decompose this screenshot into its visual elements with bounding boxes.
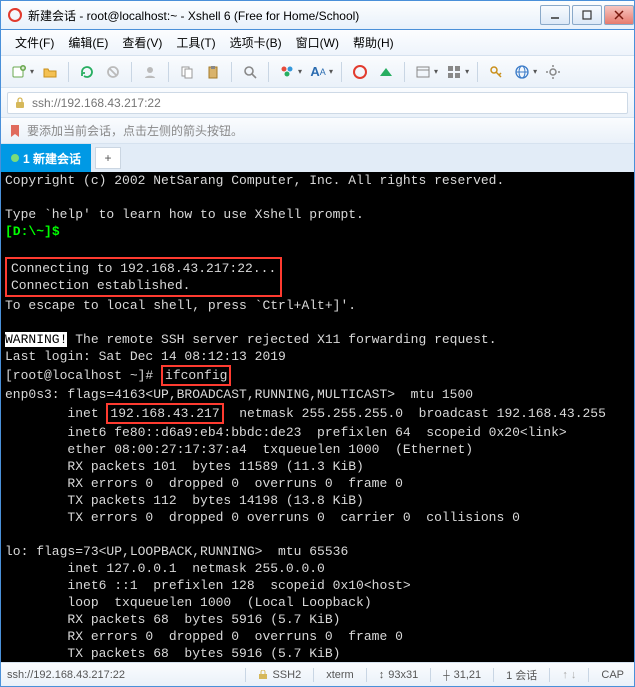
profile-icon[interactable] [138,60,162,84]
font-icon[interactable]: AA [306,60,330,84]
window-title: 新建会话 - root@localhost:~ - Xshell 6 (Free… [28,7,538,24]
xftp-icon[interactable] [374,60,398,84]
reconnect-icon[interactable] [75,60,99,84]
lock-icon [258,670,268,680]
status-term: xterm [322,669,358,681]
status-size: ↕93x31 [375,669,422,681]
resize-icon: ↕ [379,669,385,681]
dropdown-icon[interactable]: ▾ [30,67,34,76]
minimize-button[interactable] [540,5,570,25]
status-dot-icon [11,154,19,162]
copy-icon[interactable] [175,60,199,84]
globe-icon[interactable] [510,60,534,84]
toolbar: ▾ ▾ AA ▾ ▾ ▾ ▾ [1,56,634,88]
status-sessions: 1 会话 [502,667,541,683]
tip-bar: 要添加当前会话，点击左侧的箭头按钮。 [1,118,634,144]
status-updown: ↑ ↓ [558,669,580,681]
bookmark-icon[interactable] [9,124,21,138]
grid-icon[interactable] [442,60,466,84]
terminal[interactable]: Copyright (c) 2002 NetSarang Computer, I… [1,172,634,662]
menu-edit[interactable]: 编辑(E) [62,32,114,53]
lock-icon [14,97,26,109]
settings-icon[interactable] [541,60,565,84]
disconnect-icon[interactable] [101,60,125,84]
address-input-wrap [7,92,628,114]
menu-tabs[interactable]: 选项卡(B) [224,32,288,53]
status-pos: ┼31,21 [439,669,485,681]
status-cap: CAP [597,669,628,681]
key-icon[interactable] [484,60,508,84]
dropdown-icon[interactable]: ▾ [434,67,438,76]
status-connection: ssh://192.168.43.217:22 [7,669,237,681]
new-session-icon[interactable] [7,60,31,84]
highlight-box: 192.168.43.217 [106,403,223,424]
highlight-box: Connecting to 192.168.43.217:22... Conne… [5,257,282,297]
address-bar [1,88,634,118]
dropdown-icon[interactable]: ▾ [298,67,302,76]
tip-text: 要添加当前会话，点击左侧的箭头按钮。 [27,122,243,139]
search-icon[interactable] [238,60,262,84]
paste-icon[interactable] [201,60,225,84]
tab-bar: 1 新建会话 + [1,144,634,172]
menu-file[interactable]: 文件(F) [9,32,60,53]
menu-tools[interactable]: 工具(T) [170,32,221,53]
menu-bar: 文件(F) 编辑(E) 查看(V) 工具(T) 选项卡(B) 窗口(W) 帮助(… [1,30,634,56]
app-icon [7,7,23,23]
dropdown-icon[interactable]: ▾ [465,67,469,76]
dropdown-icon[interactable]: ▾ [533,67,537,76]
new-tab-button[interactable]: + [95,147,121,169]
open-session-icon[interactable] [38,60,62,84]
tab-session-1[interactable]: 1 新建会话 [1,144,91,172]
xshell-icon[interactable] [348,60,372,84]
palette-icon[interactable] [275,60,299,84]
menu-view[interactable]: 查看(V) [116,32,168,53]
layout-icon[interactable] [411,60,435,84]
menu-window[interactable]: 窗口(W) [290,32,345,53]
status-proto: SSH2 [254,669,305,681]
address-input[interactable] [32,96,621,110]
close-button[interactable] [604,5,634,25]
tab-label: 1 新建会话 [23,150,81,167]
highlight-box: ifconfig [161,365,231,386]
window-titlebar: 新建会话 - root@localhost:~ - Xshell 6 (Free… [0,0,635,30]
maximize-button[interactable] [572,5,602,25]
menu-help[interactable]: 帮助(H) [347,32,400,53]
status-bar: ssh://192.168.43.217:22 SSH2 xterm ↕93x3… [1,662,634,686]
dropdown-icon[interactable]: ▾ [329,67,333,76]
